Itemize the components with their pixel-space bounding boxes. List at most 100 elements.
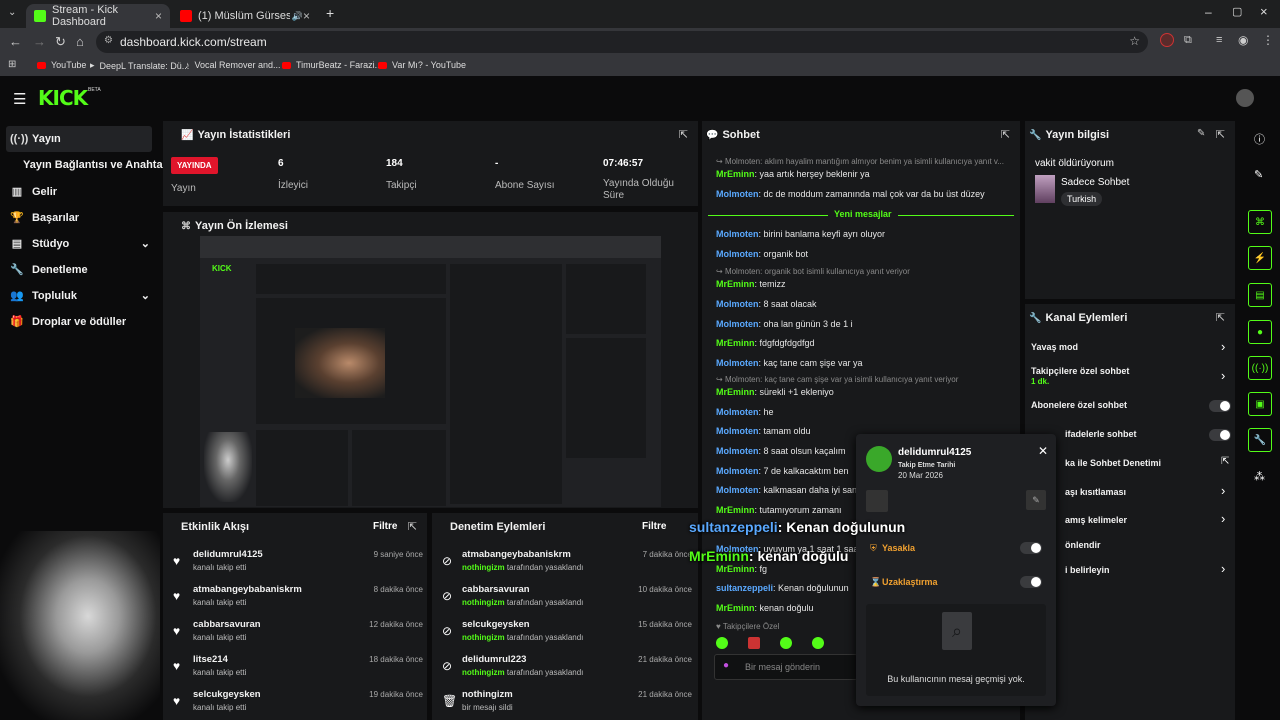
close-window-icon[interactable]: × [1260,4,1268,19]
back-icon[interactable]: ← [9,34,22,49]
chevron-right-icon[interactable]: › [1221,339,1225,354]
set-row[interactable]: i belirleyin [1065,565,1110,575]
external-link-icon[interactable]: ⇱ [1221,456,1229,467]
activity-feed-item[interactable]: ♥ delidumrul4125 kanalı takip etti 9 saniye… [173,549,423,579]
chat-message[interactable]: Molmoten: 8 saat olacak [716,299,817,309]
sidebar-item-studyo[interactable]: ▤ Stüdyo ⌄ [10,237,150,251]
maximize-icon[interactable]: ▢ [1232,5,1242,18]
chat-username[interactable]: MrEminn [716,505,755,515]
emote-icon[interactable] [748,637,760,649]
chevron-right-icon[interactable]: › [1221,511,1225,526]
chat-message[interactable]: MrEminn: fdgfdgfdgdfgd [716,338,815,348]
stream-preview-video[interactable]: KICK [200,236,661,507]
chat-username[interactable]: MrEminn [716,387,755,397]
media-control-icon[interactable]: ≡ [1216,34,1222,46]
moderation-action-item[interactable]: ⊘ selcukgeysken nothingizm tarafından yasa… [442,619,692,649]
chat-message[interactable]: sultanzeppeli: Kenan doğulunun [716,583,849,593]
address-bar[interactable]: ⚙ dashboard.kick.com/stream ☆ [96,31,1148,53]
sidebar-item-topluluk[interactable]: 👥 Topluluk ⌄ [10,289,150,303]
activity-feed-item[interactable]: ♥ atmabangeybabaniskrm kanalı takip etti 8 … [173,584,423,614]
hamburger-menu-icon[interactable]: ☰ [13,90,26,108]
sidebar-item-denetleme[interactable]: 🔧 Denetleme [10,263,88,277]
chat-username[interactable]: Molmoten [716,189,759,199]
user-card-username[interactable]: delidumrul4125 [898,447,971,458]
moderated-username[interactable]: nothingizm [462,689,513,700]
rail-broadcast-button[interactable]: ((·)) [1248,356,1272,380]
activity-username[interactable]: delidumrul4125 [193,549,263,560]
chat-username[interactable]: Molmoten [716,485,759,495]
chat-message[interactable]: Molmoten: 7 de kalkacaktım ben [716,466,849,476]
moderation-filter-button[interactable]: Filtre [642,521,666,532]
extensions-puzzle-icon[interactable]: ⧉ [1184,34,1192,47]
forward-icon[interactable]: → [33,34,46,49]
moderation-action-item[interactable]: ⊘ cabbarsavuran nothingizm tarafından yasa… [442,584,692,614]
bookmark-deepl[interactable]: ▸ DeepL Translate: Dü... [90,60,189,71]
redirect-row[interactable]: önlendir [1065,540,1101,550]
emote-only-toggle[interactable] [1209,429,1231,441]
chat-message[interactable]: Molmoten: 8 saat olsun kaçalım [716,446,846,456]
chat-message[interactable]: Molmoten: birini banlama keyfi ayrı oluy… [716,229,885,239]
chat-username[interactable]: Molmoten [716,466,759,476]
bookmark-timurbeatz[interactable]: TimurBeatz - Farazi... [282,60,382,70]
popout-icon[interactable]: ⇱ [1216,128,1225,141]
rail-clip-button[interactable]: ⌘ [1248,210,1272,234]
tab-kick-dashboard[interactable]: Stream - Kick Dashboard × [26,4,170,28]
chat-username[interactable]: Molmoten [716,299,759,309]
browser-menu-icon[interactable]: ⋮ [1262,33,1274,47]
chat-message[interactable]: MrEminn: temizz [716,279,786,289]
emote-only-row[interactable]: ifadelerle sohbet [1065,429,1137,439]
chat-message[interactable]: Molmoten: dc de moddum zamanında mal çok… [716,189,985,199]
chat-input[interactable]: ● Bir mesaj gönderin [714,654,858,680]
site-info-icon[interactable]: ⚙ [104,35,113,46]
chat-message[interactable]: MrEminn: yaa artık herşey beklenir ya [716,169,870,179]
reload-icon[interactable]: ↻ [55,34,66,50]
chat-message[interactable]: Molmoten: tamam oldu [716,426,811,436]
rail-chat-button[interactable]: ● [1248,320,1272,344]
emote-icon[interactable] [812,637,824,649]
subscribers-only-row[interactable]: Abonelere özel sohbet [1031,400,1127,410]
profile-icon[interactable]: ◉ [1238,33,1248,47]
sidebar-item-gelir[interactable]: ▥ Gelir [10,185,57,199]
activity-username[interactable]: selcukgeysken [193,689,261,700]
chat-username[interactable]: Molmoten [716,407,759,417]
rail-tools-button[interactable]: ▣ [1248,392,1272,416]
popout-icon[interactable]: ⇱ [1216,311,1225,324]
moderated-username[interactable]: selcukgeysken [462,619,530,630]
tab-list-chevron-icon[interactable]: ⌄ [8,7,16,18]
tab-youtube[interactable]: (1) Müslüm Gürses - Tutarn 🔊 × [172,4,318,28]
edit-pencil-icon[interactable]: ✎ [1197,128,1205,139]
info-icon[interactable]: ⓘ [1254,131,1265,147]
ban-toggle[interactable] [1020,542,1042,554]
activity-username[interactable]: litse214 [193,654,228,665]
chat-message[interactable]: Molmoten: he [716,407,774,417]
sidebar-item-stream-key[interactable]: Yayın Bağlantısı ve Anahtarı [23,159,170,171]
chat-message[interactable]: MrEminn: kenan doğulu [716,603,814,613]
moderation-action-item[interactable]: ⊘ delidumrul223 nothingizm tarafından yasa… [442,654,692,684]
chat-username[interactable]: MrEminn [716,564,755,574]
chat-username[interactable]: Molmoten [716,249,759,259]
activity-feed-item[interactable]: ♥ cabbarsavuran kanalı takip etti 12 dakika… [173,619,423,649]
followers-only-row[interactable]: Takipçilere özel sohbet [1031,366,1129,376]
close-tab-icon[interactable]: × [155,9,162,23]
activity-filter-button[interactable]: Filtre [373,521,397,532]
moderation-action-item[interactable]: 🗑 nothingizm bir mesajı sildi 21 dakika ön… [442,689,692,719]
chat-username[interactable]: MrEminn [716,603,755,613]
activity-username[interactable]: atmabangeybabaniskrm [193,584,302,595]
chat-username[interactable]: Molmoten [716,358,759,368]
minimize-icon[interactable]: – [1205,5,1212,19]
timeout-toggle[interactable] [1020,576,1042,588]
age-restriction-row[interactable]: aşı kısıtlaması [1065,487,1126,497]
sidebar-item-droplar[interactable]: 🎁 Droplar ve ödüller [10,315,126,329]
bookmark-youtube[interactable]: YouTube [37,60,86,70]
emote-icon[interactable] [780,637,792,649]
chevron-right-icon[interactable]: › [1221,368,1225,383]
subscribers-only-toggle[interactable] [1209,400,1231,412]
chat-message[interactable]: Molmoten: kaç tane cam şişe var ya [716,358,863,368]
moderator-name[interactable]: nothingizm [462,563,505,572]
chat-username[interactable]: Molmoten [716,229,759,239]
chevron-right-icon[interactable]: › [1221,561,1225,576]
emote-icon[interactable] [716,637,728,649]
extension-icon[interactable] [1160,33,1174,47]
chat-username[interactable]: MrEminn [716,338,755,348]
edit-icon[interactable]: ✎ [1254,168,1263,181]
